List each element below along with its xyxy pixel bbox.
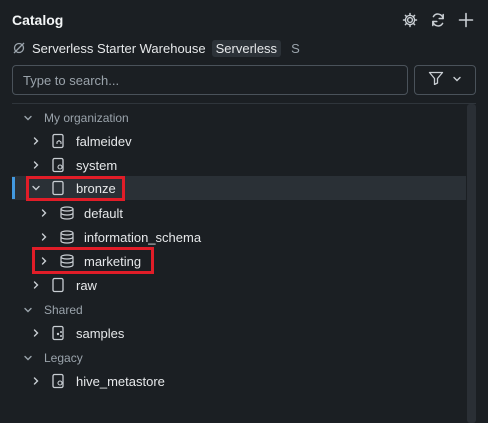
warehouse-name: Serverless Starter Warehouse <box>32 40 206 56</box>
catalog-panel: Catalog Serverless Starter Warehouse Ser… <box>0 0 488 423</box>
warehouse-type-badge: Serverless <box>211 39 282 57</box>
chevron-right-icon <box>38 231 50 243</box>
tree-item-label: hive_metastore <box>76 373 165 389</box>
tree-item-label: samples <box>76 325 125 341</box>
catalog-system-icon <box>50 157 66 173</box>
gear-icon[interactable] <box>400 10 420 30</box>
filter-icon <box>428 71 444 90</box>
header-actions <box>400 10 476 30</box>
panel-title: Catalog <box>12 12 64 28</box>
highlight-box-marketing <box>32 247 154 274</box>
warehouse-status-icon <box>12 41 26 55</box>
schema-icon <box>59 229 75 245</box>
chevron-right-icon <box>30 327 42 339</box>
tree-item-label: system <box>76 157 118 173</box>
chevron-down-icon <box>22 304 34 316</box>
catalog-home-icon <box>50 133 66 149</box>
tree-item-raw[interactable]: raw <box>12 273 466 297</box>
warehouse-selector[interactable]: Serverless Starter Warehouse Serverless … <box>12 38 300 58</box>
tree-item-falmeidev[interactable]: falmeidev <box>12 129 466 153</box>
section-label: Legacy <box>44 351 83 365</box>
selection-indicator <box>12 177 15 199</box>
search-box <box>12 65 408 95</box>
chevron-right-icon <box>30 159 42 171</box>
tree-item-label: default <box>84 205 124 221</box>
section-legacy[interactable]: Legacy <box>12 346 466 370</box>
tree-item-label: falmeidev <box>76 133 132 149</box>
refresh-icon[interactable] <box>428 10 448 30</box>
filter-button[interactable] <box>414 65 476 95</box>
catalog-header: Catalog <box>12 10 476 32</box>
tree-item-label: information_schema <box>84 229 202 245</box>
catalog-icon <box>50 277 66 293</box>
tree-item-default[interactable]: default <box>12 201 466 225</box>
divider <box>12 103 476 104</box>
section-label: My organization <box>44 111 129 125</box>
add-icon[interactable] <box>456 10 476 30</box>
highlight-box-bronze <box>26 176 125 201</box>
chevron-right-icon <box>30 135 42 147</box>
chevron-down-icon <box>22 112 34 124</box>
tree-item-information-schema[interactable]: information_schema <box>12 225 466 249</box>
chevron-right-icon <box>30 279 42 291</box>
chevron-right-icon <box>30 375 42 387</box>
catalog-legacy-icon <box>50 373 66 389</box>
section-label: Shared <box>44 303 83 317</box>
section-shared[interactable]: Shared <box>12 298 466 322</box>
section-my-organization[interactable]: My organization <box>12 106 466 130</box>
tree-item-hive-metastore[interactable]: hive_metastore <box>12 369 466 393</box>
tree-item-samples[interactable]: samples <box>12 321 466 345</box>
tree-item-system[interactable]: system <box>12 153 466 177</box>
warehouse-size: S <box>291 40 300 56</box>
chevron-right-icon <box>38 207 50 219</box>
chevron-down-icon <box>452 71 462 89</box>
search-input[interactable] <box>13 66 407 94</box>
chevron-down-icon <box>22 352 34 364</box>
tree-item-label: raw <box>76 277 97 293</box>
tree-scrollbar[interactable] <box>467 104 476 423</box>
schema-icon <box>59 205 75 221</box>
catalog-shared-icon <box>50 325 66 341</box>
